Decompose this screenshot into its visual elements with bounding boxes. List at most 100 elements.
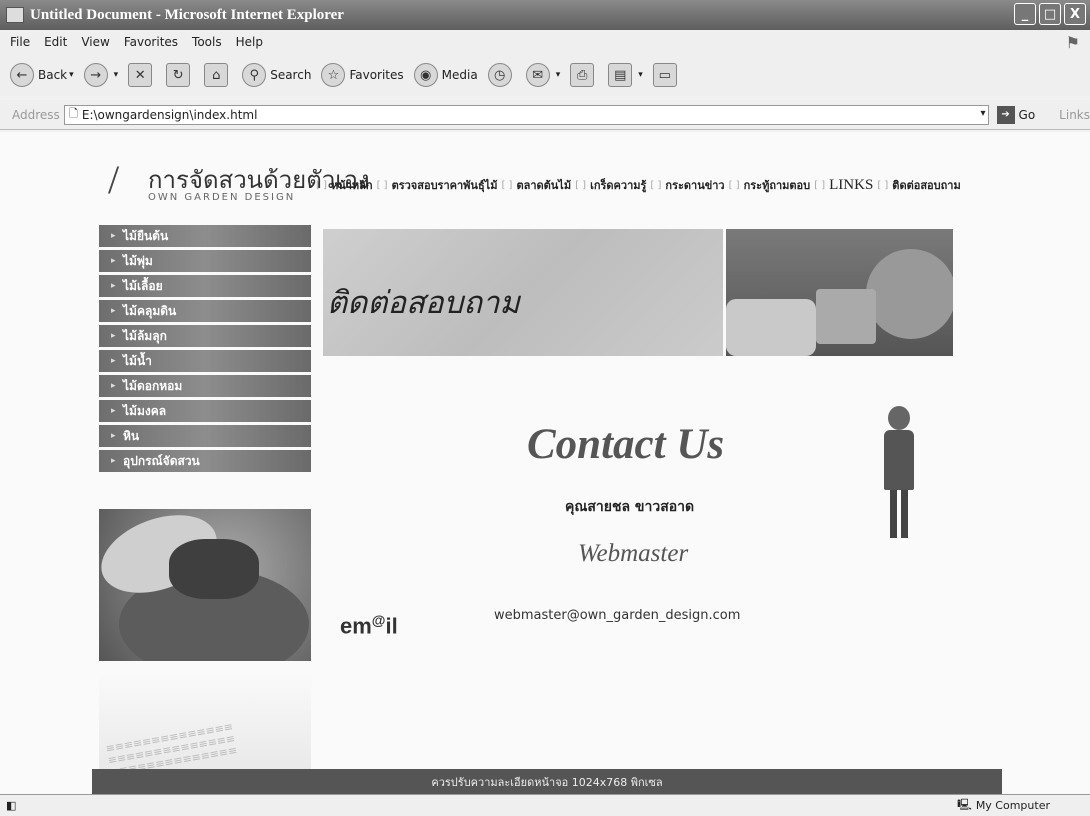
nav-link[interactable]: ติดต่อสอบถาม [892, 176, 960, 194]
star-icon: ☆ [321, 63, 346, 87]
back-button[interactable]: ← Back ▾ [10, 63, 74, 87]
media-label: Media [441, 68, 478, 82]
sidebar-item[interactable]: ไม้เลื้อย [99, 275, 311, 297]
back-label: Back [38, 68, 68, 82]
resolution-notice-bar: ควรปรับความละเอียดหน้าจอ 1024x768 พิกเซล [92, 769, 1002, 794]
menu-edit[interactable]: Edit [44, 35, 67, 49]
logo-english-text: OWN GARDEN DESIGN [148, 192, 296, 203]
page-icon: 🗋 [69, 107, 78, 120]
sidebar-item[interactable]: ไม้ดอกหอม [99, 375, 311, 397]
nav-link[interactable]: เกร็ดความรู้ [590, 176, 646, 194]
nav-bullet-icon: [ ] [728, 179, 740, 191]
history-button[interactable]: ◷ [487, 63, 516, 87]
forward-button[interactable]: → ▾ [83, 63, 119, 87]
menu-tools[interactable]: Tools [192, 35, 222, 49]
refresh-button[interactable]: ↻ [166, 63, 194, 87]
search-icon: ⚲ [242, 63, 267, 87]
chevron-down-icon[interactable]: ▾ [556, 70, 561, 80]
chevron-down-icon[interactable]: ▾ [69, 70, 74, 80]
nav-bullet-icon: [ ] [376, 179, 388, 191]
search-button[interactable]: ⚲ Search [242, 63, 311, 87]
address-url: E:\owngardensign\index.html [81, 107, 258, 122]
home-icon: ⌂ [204, 63, 229, 87]
ie-window-icon [6, 7, 24, 23]
cartoon-legs [890, 490, 908, 538]
web-page: / การจัดสวนด้วยตัวเอง OWN GARDEN DESIGN … [0, 132, 1090, 794]
stone-shape [726, 299, 817, 356]
toolbar: ← Back ▾ → ▾ ✕ ↻ ⌂ ⚲ Search ☆ Favorites … [0, 54, 1090, 96]
nav-link[interactable]: ตรวจสอบราคาพันธุ์ไม้ [392, 176, 498, 194]
nav-link[interactable]: ตลาดต้นไม้ [516, 176, 571, 194]
sidebar-item[interactable]: ไม้ยืนต้น [99, 225, 311, 247]
menu-view[interactable]: View [81, 35, 109, 49]
nav-link[interactable]: LINKS [829, 177, 873, 194]
banner-photo [726, 229, 953, 356]
banner-text-panel: ติดต่อสอบถาม [323, 229, 724, 356]
sidebar-item[interactable]: หิน [99, 425, 311, 447]
menu-bar: File Edit View Favorites Tools Help [0, 30, 1090, 54]
faded-background-image: ≡≡≡≡≡≡≡≡≡≡≡≡≡≡ ≡≡≡≡≡≡≡≡≡≡≡≡≡≡ ≡≡≡≡≡≡≡≡≡≡≡≡… [99, 672, 311, 782]
email-logo-tail: il [385, 613, 398, 639]
chevron-down-icon[interactable]: ▾ [114, 70, 119, 80]
home-button[interactable]: ⌂ [204, 63, 232, 87]
sidebar-item[interactable]: ไม้ล้มลุก [99, 325, 311, 347]
site-logo[interactable]: / การจัดสวนด้วยตัวเอง OWN GARDEN DESIGN [108, 156, 370, 212]
title-bar: Untitled Document - Microsoft Internet E… [0, 0, 1090, 30]
mail-button[interactable]: ✉ ▾ [525, 63, 561, 87]
menu-help[interactable]: Help [236, 35, 263, 49]
close-button[interactable]: X [1064, 3, 1086, 25]
chevron-down-icon[interactable]: ▾ [638, 70, 643, 80]
print-button[interactable]: ⎙ [570, 63, 598, 87]
stop-icon: ✕ [128, 63, 153, 87]
millstone-shape [866, 249, 953, 339]
webmaster-cartoon [870, 406, 930, 541]
back-arrow-icon: ← [10, 63, 34, 87]
contact-role: Webmaster [578, 540, 689, 567]
printer-icon: ⎙ [570, 63, 595, 87]
menu-file[interactable]: File [10, 35, 30, 49]
nav-bullet-icon: [ ] [501, 179, 513, 191]
minimize-button[interactable]: _ [1014, 3, 1036, 25]
sidebar-item[interactable]: ไม้น้ำ [99, 350, 311, 372]
sidebar-item[interactable]: ไม้มงคล [99, 400, 311, 422]
favorites-button[interactable]: ☆ Favorites [321, 63, 404, 87]
garden-photo [99, 509, 311, 661]
maximize-button[interactable]: □ [1039, 3, 1061, 25]
go-button[interactable]: ➔ Go [996, 105, 1036, 124]
discuss-button[interactable]: ▭ [652, 63, 681, 87]
email-logo: em@il [340, 612, 398, 639]
at-sign: @ [371, 612, 386, 628]
media-button[interactable]: ◉ Media [413, 63, 478, 87]
menu-favorites[interactable]: Favorites [124, 35, 178, 49]
go-arrow-icon: ➔ [996, 105, 1015, 124]
category-sidebar: ไม้ยืนต้นไม้พุ่มไม้เลื้อยไม้คลุมดินไม้ล้… [99, 225, 311, 475]
nav-bullet-icon: [ ] [316, 179, 327, 191]
sidebar-item[interactable]: ไม้คลุมดิน [99, 300, 311, 322]
chevron-down-icon[interactable]: ▾ [981, 108, 986, 119]
nav-bullet-icon: [ ] [575, 179, 587, 191]
nav-link[interactable]: หน้าหลัก [331, 176, 373, 194]
discuss-icon: ▭ [652, 63, 677, 87]
nav-link[interactable]: กระทู้ถามตอบ [744, 176, 811, 194]
top-navigation: [ ] หน้าหลัก[ ] ตรวจสอบราคาพันธุ์ไม้[ ] ตลา… [316, 176, 961, 194]
sidebar-item[interactable]: อุปกรณ์จัดสวน [99, 450, 311, 472]
address-bar: Address 🗋 E:\owngardensign\index.html ▾ … [0, 100, 1090, 130]
security-zone: 🖳 My Computer [957, 796, 1050, 815]
links-toolbar[interactable]: Links [1059, 108, 1090, 122]
stop-button[interactable]: ✕ [128, 63, 156, 87]
address-input[interactable]: 🗋 E:\owngardensign\index.html ▾ [64, 104, 989, 125]
zone-label: My Computer [975, 799, 1050, 812]
go-label: Go [1018, 107, 1036, 122]
sidebar-item[interactable]: ไม้พุ่ม [99, 250, 311, 272]
planter-shape [816, 289, 877, 344]
window-title: Untitled Document - Microsoft Internet E… [30, 6, 344, 23]
favorites-label: Favorites [349, 68, 404, 82]
contact-name: คุณสายชล ขาวสอาด [565, 499, 695, 515]
soil-shape [169, 539, 259, 599]
search-label: Search [270, 68, 312, 82]
nav-bullet-icon: [ ] [814, 179, 826, 191]
nav-link[interactable]: กระดานข่าว [665, 176, 724, 194]
mail-icon: ✉ [525, 63, 550, 87]
contact-email-link[interactable]: webmaster@own_garden_design.com [494, 608, 740, 623]
edit-button[interactable]: ▤ ▾ [608, 63, 643, 87]
